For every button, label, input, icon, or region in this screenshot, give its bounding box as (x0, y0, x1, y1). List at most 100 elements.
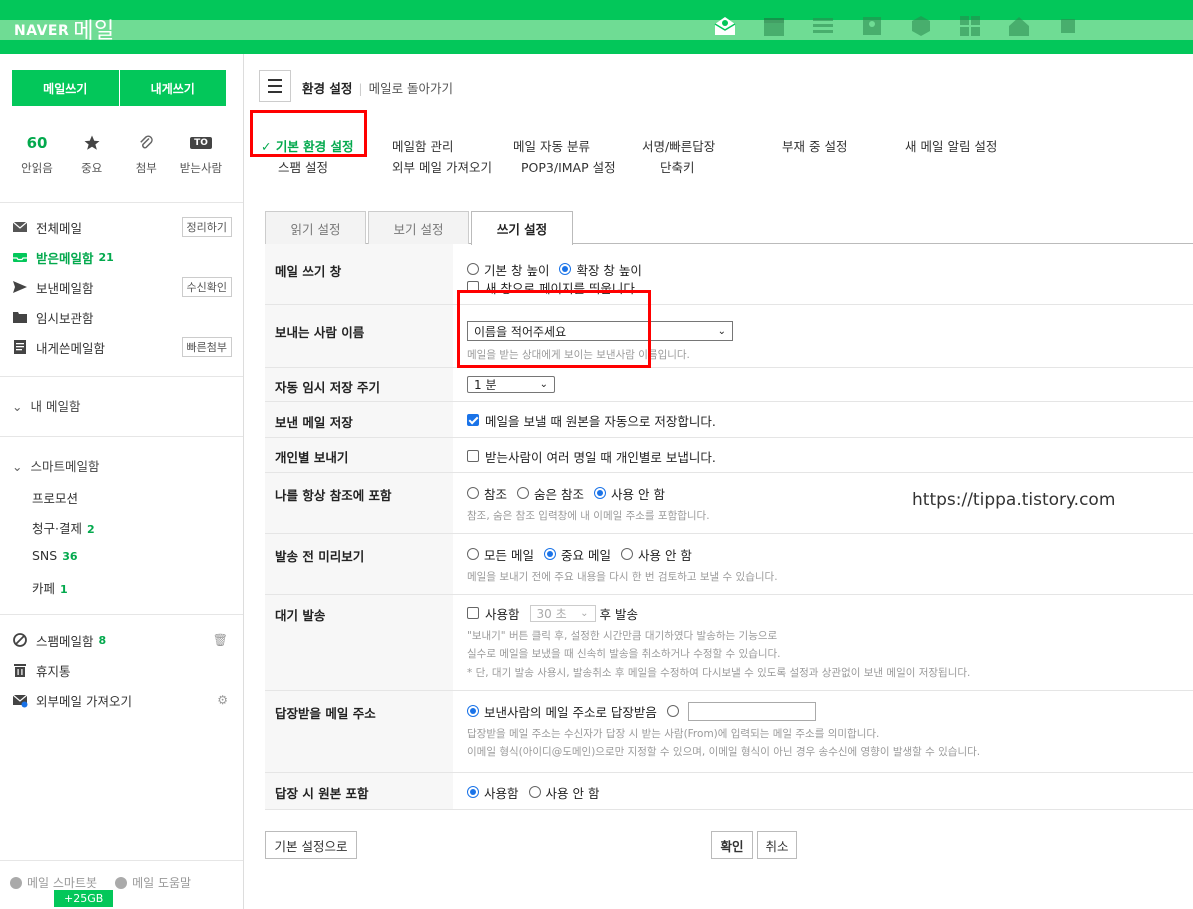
menu-toggle-button[interactable] (259, 70, 291, 102)
attachment-filter[interactable]: 첨부 (121, 132, 171, 176)
smart-item-count: 2 (86, 523, 95, 536)
menu-signature[interactable]: 서명/빠른답장 (642, 136, 715, 155)
checkbox-new-window[interactable] (467, 281, 479, 293)
unread-filter[interactable]: 60 안읽음 (12, 132, 62, 176)
folder-self[interactable]: 내게쓴메일함 빠른첨부 (12, 336, 234, 358)
radio-default-height[interactable] (467, 263, 479, 275)
folder-all-label: 전체메일 (36, 220, 83, 236)
smart-mailbox-toggle[interactable]: ⌄ 스마트메일함 (12, 456, 100, 475)
menu-pop3[interactable]: POP3/IMAP 설정 (521, 157, 616, 176)
menu-mailbox[interactable]: 메일함 관리 (392, 136, 453, 155)
row-reply-to: 답장받을 메일 주소 보낸사람의 메일 주소로 답장받음 답장받을 메일 주소는… (265, 691, 1193, 773)
smart-item-promotion[interactable]: 프로모션 (32, 488, 78, 507)
envelope-icon (12, 219, 28, 235)
important-label: 중요 (81, 161, 103, 175)
radio-preview-all[interactable] (467, 548, 479, 560)
folder-external[interactable]: 외부메일 가져오기 ⚙ (12, 689, 234, 711)
brand-text: NAVER (14, 23, 70, 39)
delay-seconds-select[interactable]: 30 초 ⌄ (529, 604, 596, 622)
help-label: 메일 도움말 (132, 876, 192, 890)
folder-spam[interactable]: 스팸메일함 8 🗑 (12, 629, 234, 651)
back-to-mail-link[interactable]: 메일로 돌아가기 (369, 81, 453, 96)
write-mail-button[interactable]: 메일쓰기 (12, 70, 119, 106)
sidebar: 메일쓰기 내게쓰기 60 안읽음 중요 첨부 TO 받는사람 전체메일 정리하기… (0, 54, 244, 909)
smart-item-label: 카페 (32, 581, 56, 596)
my-mailbox-toggle[interactable]: ⌄ 내 메일함 (12, 396, 80, 415)
grid-icon[interactable] (958, 14, 982, 38)
select-value: 30 초 (536, 606, 567, 621)
quick-attach-button[interactable]: 빠른첨부 (181, 337, 232, 357)
sender-name-select[interactable]: 이름을 적어주세요 ⌄ (467, 321, 733, 341)
radio-expanded-height[interactable] (559, 263, 572, 275)
checkbox-individual-send[interactable] (467, 450, 479, 462)
folder-inbox[interactable]: 받은메일함 21 (12, 246, 234, 268)
smart-item-sns[interactable]: SNS 36 (32, 548, 78, 563)
envelope-open-icon[interactable] (713, 14, 737, 38)
home-icon[interactable] (1007, 14, 1031, 38)
folder-all[interactable]: 전체메일 정리하기 (12, 216, 234, 238)
radio-label: 사용 안 함 (611, 486, 665, 502)
smart-item-label: 청구·결제 (32, 521, 82, 536)
folder-sent[interactable]: 보낸메일함 수신확인 (12, 276, 234, 298)
checkbox-delay-send[interactable] (467, 607, 479, 619)
radio-cc[interactable] (467, 487, 479, 499)
organize-button[interactable]: 정리하기 (181, 217, 232, 237)
checkbox-label: 메일을 보낼 때 원본을 자동으로 저장합니다. (485, 413, 716, 429)
checkbox-save-sent[interactable] (467, 414, 479, 426)
tab-view-settings[interactable]: 보기 설정 (368, 211, 469, 244)
menu-away[interactable]: 부재 중 설정 (782, 136, 847, 155)
radio-reply-sender[interactable] (467, 705, 479, 717)
to-filter[interactable]: TO 받는사람 (176, 132, 226, 176)
smart-item-count: 1 (60, 583, 68, 596)
radio-reply-custom[interactable] (666, 705, 679, 717)
folder-drafts[interactable]: 임시보관함 (12, 306, 234, 328)
menu-spam[interactable]: 스팸 설정 (278, 157, 328, 176)
row-label: 메일 쓰기 창 (265, 244, 453, 304)
row-label: 답장받을 메일 주소 (265, 691, 453, 772)
radio-preview-important[interactable] (543, 548, 556, 560)
calendar-icon[interactable] (762, 14, 786, 38)
radio-include-yes[interactable] (467, 786, 479, 798)
list-icon[interactable] (811, 14, 835, 38)
tab-read-settings[interactable]: 읽기 설정 (265, 211, 366, 244)
folder-drafts-label: 임시보관함 (36, 310, 94, 326)
chevron-down-icon: ⌄ (12, 399, 23, 414)
radio-cc-none[interactable] (594, 487, 606, 499)
write-self-button[interactable]: 내게쓰기 (118, 70, 226, 106)
radio-include-no[interactable] (528, 786, 541, 798)
radio-label: 사용 안 함 (637, 547, 692, 563)
contacts-icon[interactable] (860, 14, 884, 38)
select-value: 1 분 (474, 378, 497, 392)
gear-icon[interactable]: ⚙ (217, 693, 228, 707)
trash-icon[interactable]: 🗑 (213, 633, 228, 647)
reply-to-address-input[interactable] (687, 701, 816, 721)
smartbot-link[interactable]: 메일 스마트봇 (10, 874, 97, 891)
select-value: 이름을 적어주세요 (474, 324, 567, 339)
folder-sent-label: 보낸메일함 (36, 280, 94, 296)
radio-preview-none[interactable] (620, 548, 633, 560)
hexagon-icon[interactable] (909, 14, 933, 38)
menu-basic-settings[interactable]: ✓ 기본 환경 설정 (261, 136, 354, 155)
storage-badge[interactable]: +25GB (54, 890, 114, 907)
cancel-button[interactable]: 취소 (757, 831, 797, 859)
folder-trash[interactable]: 휴지통 (12, 659, 234, 681)
confirm-button[interactable]: 확인 (711, 831, 753, 859)
smart-item-billing[interactable]: 청구·결제 2 (32, 518, 95, 537)
reset-defaults-button[interactable]: 기본 설정으로 (265, 831, 357, 859)
smart-item-cafe[interactable]: 카페 1 (32, 578, 68, 597)
important-filter[interactable]: 중요 (67, 132, 117, 176)
read-receipt-button[interactable]: 수신확인 (181, 277, 232, 297)
row-save-sent: 보낸 메일 저장 메일을 보낼 때 원본을 자동으로 저장합니다. (265, 402, 1193, 438)
square-icon[interactable] (1056, 14, 1080, 38)
autosave-interval-select[interactable]: 1 분 ⌄ (467, 376, 555, 393)
help-link[interactable]: 메일 도움말 (115, 874, 191, 891)
radio-bcc[interactable] (517, 487, 530, 499)
menu-auto-sort[interactable]: 메일 자동 분류 (513, 136, 590, 155)
tab-write-settings[interactable]: 쓰기 설정 (471, 211, 573, 245)
menu-external[interactable]: 외부 메일 가져오기 (392, 157, 492, 176)
menu-new-alert[interactable]: 새 메일 알림 설정 (905, 136, 997, 155)
row-label: 나를 항상 참조에 포함 (265, 473, 453, 533)
menu-shortcut[interactable]: 단축키 (660, 157, 695, 176)
naver-mail-logo[interactable]: NAVER 메일 (14, 13, 115, 45)
inbox-icon (12, 249, 28, 265)
